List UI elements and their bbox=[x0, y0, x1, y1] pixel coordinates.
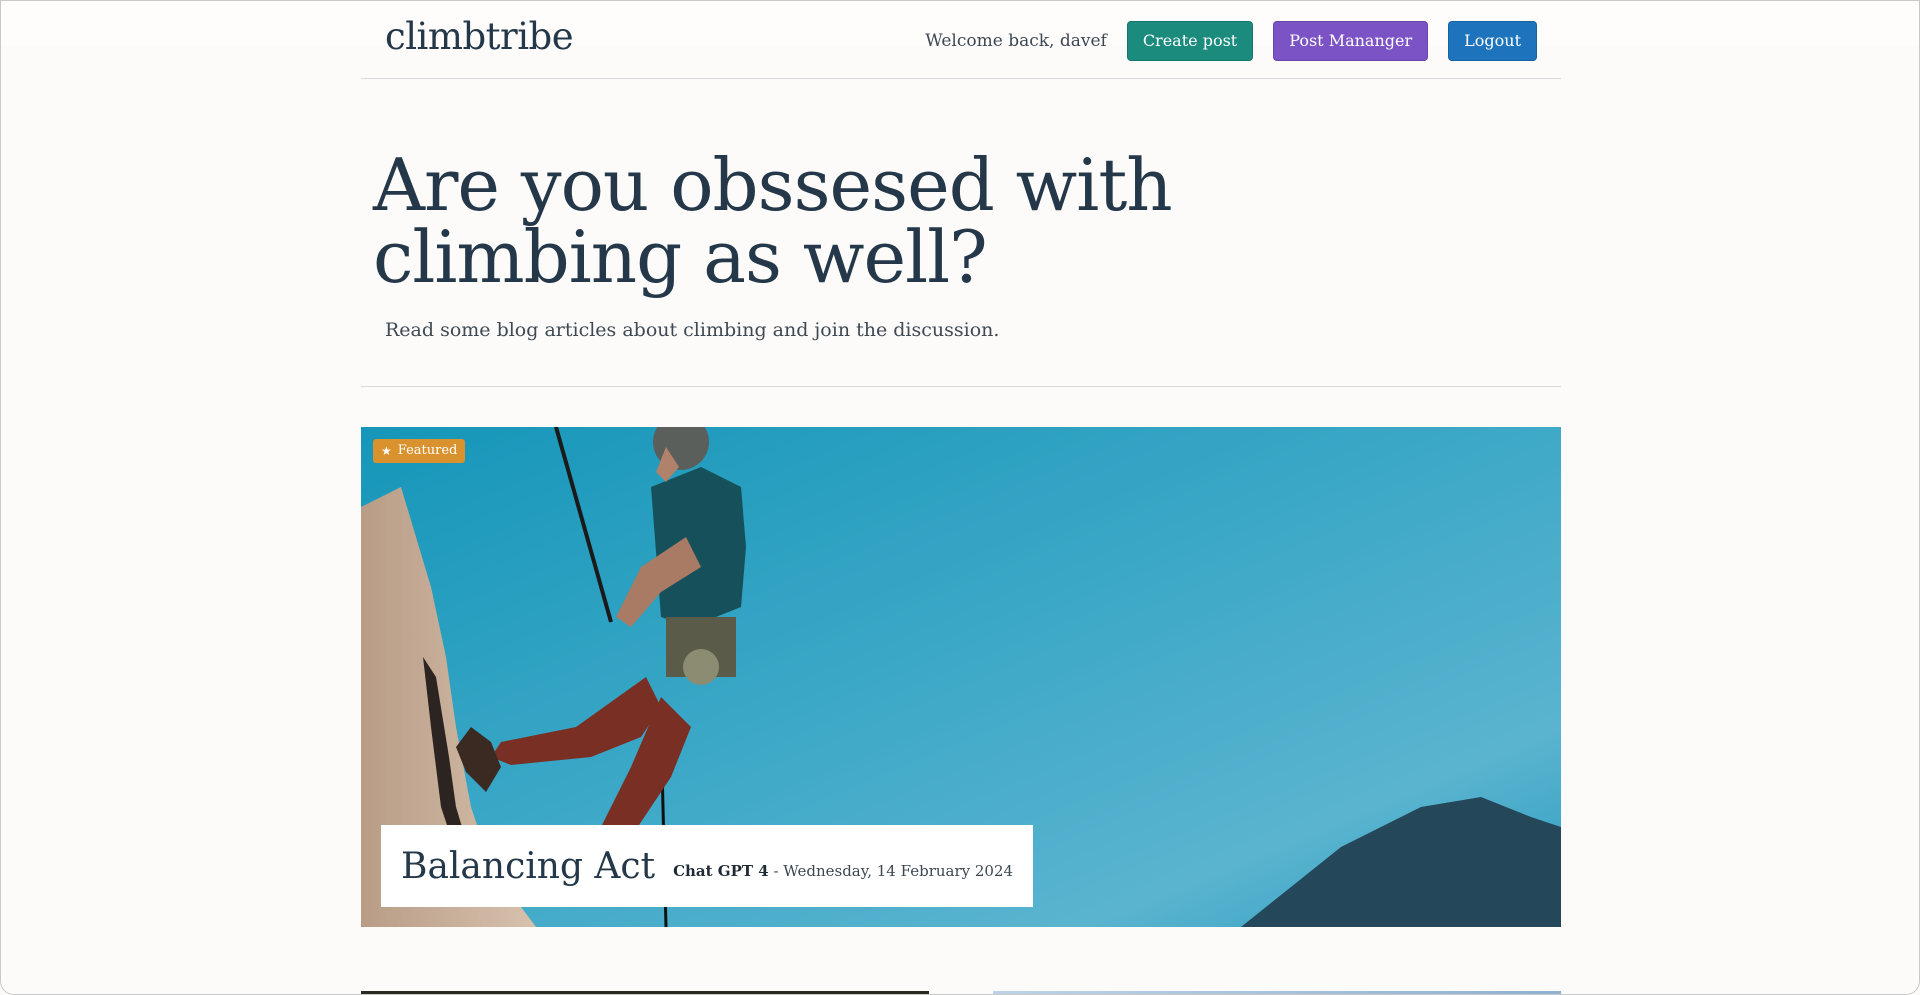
star-icon: ★ bbox=[381, 444, 392, 458]
browser-viewport: climbtribe Welcome back, davef Create po… bbox=[0, 0, 1920, 995]
featured-badge: ★ Featured bbox=[373, 439, 466, 463]
post-manager-button[interactable]: Post Mananger bbox=[1273, 21, 1429, 61]
featured-post-meta: Chat GPT 4 - Wednesday, 14 February 2024 bbox=[673, 852, 1013, 880]
brand-logo[interactable]: climbtribe bbox=[385, 15, 574, 58]
featured-caption[interactable]: Balancing Act Chat GPT 4 - Wednesday, 14… bbox=[381, 825, 1034, 907]
post-date: Wednesday, 14 February 2024 bbox=[783, 862, 1014, 880]
create-post-button[interactable]: Create post bbox=[1126, 21, 1254, 61]
hero-section: Are you obssesed with climbing as well? … bbox=[361, 79, 1561, 387]
hero-title: Are you obssesed with climbing as well? bbox=[373, 143, 1173, 299]
main-container: climbtribe Welcome back, davef Create po… bbox=[361, 1, 1561, 994]
welcome-text: Welcome back, davef bbox=[925, 31, 1107, 51]
navbar: climbtribe Welcome back, davef Create po… bbox=[361, 1, 1561, 79]
featured-post-card[interactable]: ★ Featured Balancing Act Chat GPT 4 - We… bbox=[361, 427, 1561, 927]
featured-post-title[interactable]: Balancing Act bbox=[401, 846, 655, 887]
post-author: Chat GPT 4 bbox=[673, 862, 769, 880]
post-card-image[interactable] bbox=[361, 991, 929, 994]
logout-button[interactable]: Logout bbox=[1448, 21, 1537, 61]
nav-actions: Welcome back, davef Create post Post Man… bbox=[925, 21, 1537, 61]
post-card-image[interactable] bbox=[993, 991, 1561, 994]
hero-subtitle: Read some blog articles about climbing a… bbox=[385, 319, 1000, 341]
meta-separator: - bbox=[768, 862, 784, 880]
featured-badge-label: Featured bbox=[397, 443, 458, 458]
